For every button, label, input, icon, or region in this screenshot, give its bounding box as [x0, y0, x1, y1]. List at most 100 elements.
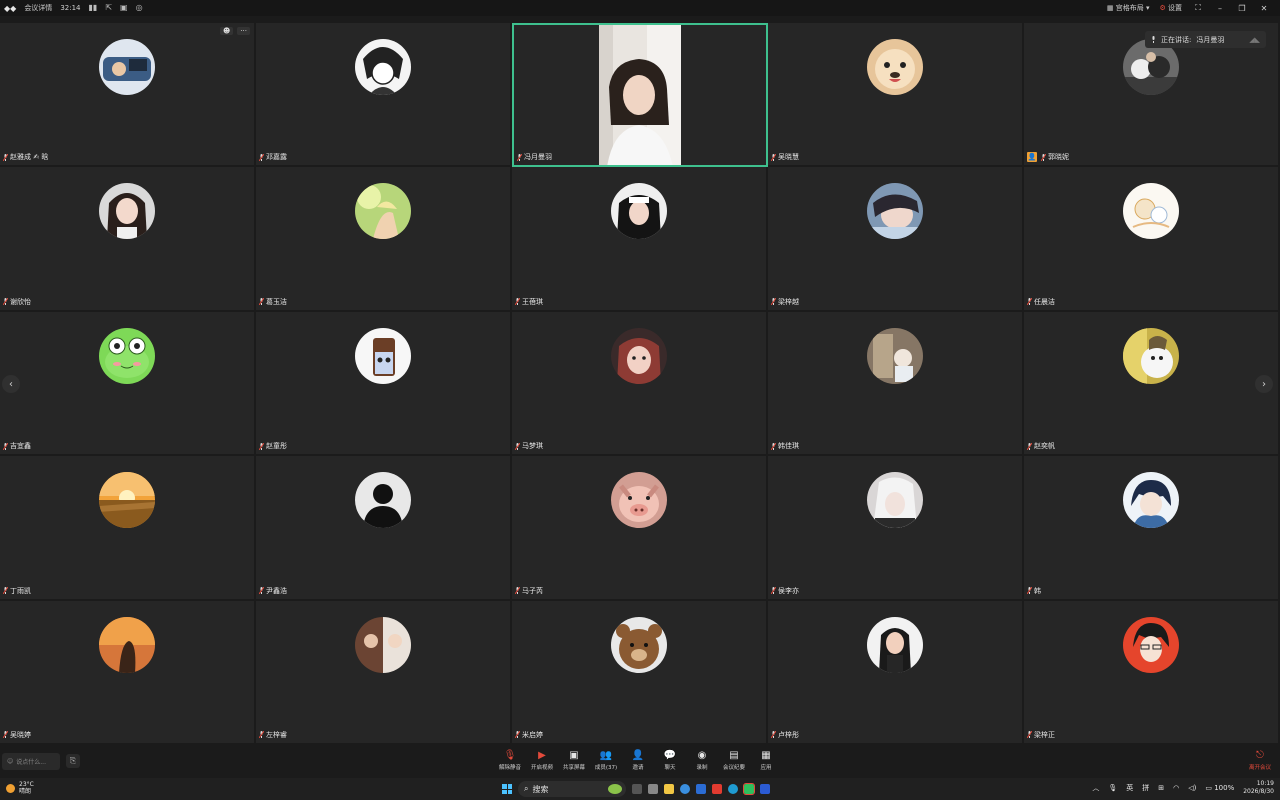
participant-tile[interactable]: 韩佳琪: [768, 311, 1024, 457]
mail-icon[interactable]: [696, 784, 706, 794]
chat-input[interactable]: ☺ 说点什么...: [2, 753, 60, 770]
toolbar-label: 录制: [696, 765, 708, 771]
participant-tile[interactable]: 梁梓正: [1024, 600, 1280, 745]
participant-tile[interactable]: 赵童彤: [256, 311, 512, 457]
clock[interactable]: 10:19 2026/8/30: [1243, 780, 1274, 796]
mask-icon[interactable]: ◎: [136, 0, 143, 16]
fullscreen-icon[interactable]: ⛶: [1192, 3, 1204, 13]
tray-overflow-icon[interactable]: ︿: [1092, 783, 1099, 793]
office-icon[interactable]: [712, 784, 722, 794]
participant-tile[interactable]: 冯月曼羽: [512, 23, 768, 168]
participant-tile[interactable]: 梁梓越: [768, 167, 1024, 312]
emoji-icon[interactable]: ☺: [7, 758, 13, 765]
participant-name: 马梦琪: [522, 442, 543, 451]
participant-tile[interactable]: 赵奕帆: [1024, 311, 1280, 457]
participant-tile[interactable]: 吴晓婷: [0, 600, 256, 745]
waveform-icon: ◢◣: [1249, 35, 1260, 44]
external-link-icon[interactable]: ⇱: [105, 0, 112, 16]
input-method-pinyin[interactable]: 拼: [1142, 783, 1149, 793]
participant-name: 吴晓慧: [778, 153, 799, 162]
share-screen-icon: ▣: [569, 750, 579, 761]
misc-tray-icon[interactable]: ⊞: [1158, 784, 1164, 792]
wechat-icon[interactable]: [743, 783, 755, 795]
toolbar-invite-button[interactable]: 👤 邀请: [623, 750, 653, 771]
word-icon[interactable]: [760, 784, 770, 794]
participant-tile[interactable]: 尹鑫浩: [256, 456, 512, 601]
participant-tile[interactable]: 马子芮: [512, 456, 768, 601]
participant-tile[interactable]: 丁雨凯: [0, 456, 256, 601]
participant-tile[interactable]: 马梦琪: [512, 311, 768, 457]
robot-icon[interactable]: ☻: [220, 27, 234, 35]
participant-tile[interactable]: 谢欣怡: [0, 167, 256, 312]
toolbar-camera-off-button[interactable]: ▶ 开启视频: [527, 750, 557, 771]
participant-name-bar: 吉宜鑫: [3, 441, 31, 451]
clock-date: 2026/8/30: [1243, 788, 1274, 795]
minimize-icon[interactable]: –: [1214, 4, 1226, 13]
volume-icon[interactable]: ◁): [1188, 784, 1196, 792]
participant-avatar: [1123, 327, 1179, 384]
widgets-icon[interactable]: [648, 784, 658, 794]
toolbar-label: 聊天: [664, 765, 676, 771]
prev-page-button[interactable]: ‹: [2, 375, 20, 393]
wifi-icon[interactable]: ◠: [1173, 784, 1179, 792]
file-explorer-icon[interactable]: [664, 784, 674, 794]
toolbar-label: 解除静音: [498, 765, 521, 771]
participant-tile[interactable]: ☻ ··· 赵雅成 ✍ 晗: [0, 23, 256, 168]
weather-condition: 晴朗: [19, 788, 32, 795]
task-view-icon[interactable]: [632, 784, 642, 794]
leave-meeting-button[interactable]: ⎋ 离开会议: [1246, 750, 1274, 771]
participant-name-bar: 马梦琪: [515, 441, 543, 451]
toolbar-members-button[interactable]: 👥 成员(37): [591, 750, 621, 771]
participant-tile[interactable]: 米启婷: [512, 600, 768, 745]
toolbar-record-button[interactable]: ◉ 录制: [687, 750, 717, 771]
participant-avatar: [1123, 472, 1179, 529]
participant-tile[interactable]: 任晨洁: [1024, 167, 1280, 312]
participant-tile[interactable]: 韩: [1024, 456, 1280, 601]
participant-avatar: [867, 327, 923, 384]
toolbar-notes-button[interactable]: ▤ 会议纪要: [719, 750, 749, 771]
mic-muted-icon: [3, 731, 8, 739]
participant-tile[interactable]: 左梓睿: [256, 600, 512, 745]
participant-grid: ☻ ··· 赵雅成 ✍ 晗邓嘉露 冯月曼羽 吴晓慧 👤 郭晓妮 谢欣怡 葛玉洁 王蓓琪 梁梓越 任晨洁…: [0, 23, 1280, 745]
chat-popout-icon[interactable]: ⎘: [66, 754, 80, 768]
leave-meeting-label: 离开会议: [1248, 765, 1271, 771]
mic-muted-icon: [1027, 442, 1032, 450]
toolbar-label: 成员(37): [594, 765, 618, 771]
microphone-icon[interactable]: 🎙: [1108, 784, 1117, 792]
copy-icon[interactable]: ▣: [120, 0, 128, 16]
edge-browser-icon[interactable]: [680, 784, 690, 794]
toolbar-share-screen-button[interactable]: ▣ 共享屏幕: [559, 750, 589, 771]
toolbar-apps-button[interactable]: ▦ 应用: [751, 750, 781, 771]
more-options-icon[interactable]: ···: [237, 27, 250, 35]
invite-icon: 👤: [631, 750, 645, 761]
participant-name-bar: 丁雨凯: [3, 586, 31, 596]
maximize-icon[interactable]: ❐: [1236, 4, 1248, 13]
participant-name-bar: 左梓睿: [259, 730, 287, 740]
participant-name-bar: 王蓓琪: [515, 297, 543, 307]
toolbar-chat-button[interactable]: 💬 聊天: [655, 750, 685, 771]
participant-tile[interactable]: 邓嘉露: [256, 23, 512, 168]
participant-tile[interactable]: 吴晓慧: [768, 23, 1024, 168]
toolbar-mic-off-button[interactable]: 🎙 解除静音: [495, 750, 525, 771]
qq-browser-icon[interactable]: [728, 784, 738, 794]
participant-tile[interactable]: 葛玉洁: [256, 167, 512, 312]
toolbar-actions: 🎙 解除静音 ▶ 开启视频 ▣ 共享屏幕 👥 成员(37) 👤 邀请 💬 聊天 ◉ 录制 ▤ 会议纪要 ▦ 应用: [495, 750, 781, 771]
battery-indicator[interactable]: ▭ 100%: [1205, 784, 1234, 792]
participant-tile[interactable]: 卢梓彤: [768, 600, 1024, 745]
close-icon[interactable]: ✕: [1258, 4, 1270, 13]
settings-button[interactable]: ⚙ 设置: [1159, 3, 1182, 13]
windows-start-icon[interactable]: [502, 784, 512, 794]
app-name[interactable]: 会议详情: [24, 3, 52, 13]
input-language-en[interactable]: 英: [1126, 783, 1133, 793]
next-page-button[interactable]: ›: [1255, 375, 1273, 393]
participant-tile[interactable]: 吉宜鑫: [0, 311, 256, 457]
exit-icon: ⎋: [1256, 750, 1264, 761]
mic-muted-icon: [1041, 153, 1046, 161]
layout-button[interactable]: ▦ 宫格布局 ▾: [1107, 3, 1150, 13]
participant-tile[interactable]: 王蓓琪: [512, 167, 768, 312]
participant-tile[interactable]: 侯李亦: [768, 456, 1024, 601]
active-speaker-label: 正在讲话:: [1161, 35, 1192, 44]
signal-icon[interactable]: ▮▮: [89, 0, 98, 16]
taskbar-search[interactable]: ⌕ 搜索: [518, 781, 626, 797]
weather-widget[interactable]: 23°C 晴朗: [6, 781, 34, 795]
